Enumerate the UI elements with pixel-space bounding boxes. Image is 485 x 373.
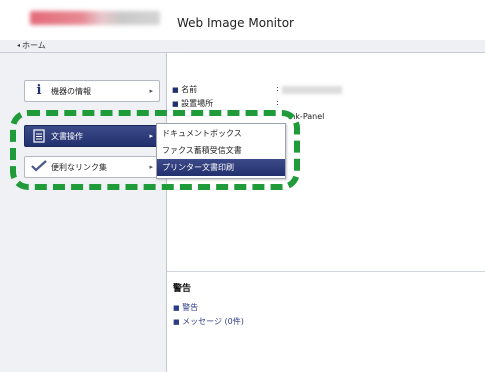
bullet-square-icon: ■ xyxy=(172,100,179,108)
sidebar-item-device-info[interactable]: i 機器の情報 ▸ xyxy=(24,80,160,102)
highlight-annotation xyxy=(10,110,300,190)
separator: : xyxy=(276,98,279,107)
redacted-value xyxy=(282,86,342,94)
info-row-name: ■ 名前 xyxy=(172,84,197,95)
info-row-location: ■ 設置場所 xyxy=(172,98,213,109)
info-icon: i xyxy=(36,83,42,98)
info-label: 設置場所 xyxy=(181,99,214,108)
sidebar-item-label: 機器の情報 xyxy=(51,87,91,96)
back-arrow-icon[interactable]: ◂ xyxy=(17,40,20,52)
brand-logo xyxy=(30,11,160,25)
info-label: 名前 xyxy=(181,85,198,94)
alert-link-messages[interactable]: ■ メッセージ (0件) xyxy=(173,316,244,327)
separator: : xyxy=(276,84,279,93)
header: Web Image Monitor xyxy=(0,0,485,40)
chevron-right-icon: ▸ xyxy=(149,87,153,95)
breadcrumb xyxy=(0,40,485,53)
alert-link-warning[interactable]: ■ 警告 xyxy=(173,302,198,313)
alert-title: 警告 xyxy=(173,284,192,294)
home-link[interactable]: ホーム xyxy=(22,40,46,52)
bullet-square-icon: ■ xyxy=(172,86,179,94)
bullet-square-icon: ■ xyxy=(173,318,180,326)
bullet-square-icon: ■ xyxy=(173,304,180,312)
sidebar: i 機器の情報 ▸ 文書操作 ▸ 便利なリンク集 ▸ xyxy=(0,53,167,372)
alert-label: 警告 xyxy=(182,303,199,312)
alert-label: メッセージ (0件) xyxy=(182,317,244,326)
app-title: Web Image Monitor xyxy=(177,16,294,30)
